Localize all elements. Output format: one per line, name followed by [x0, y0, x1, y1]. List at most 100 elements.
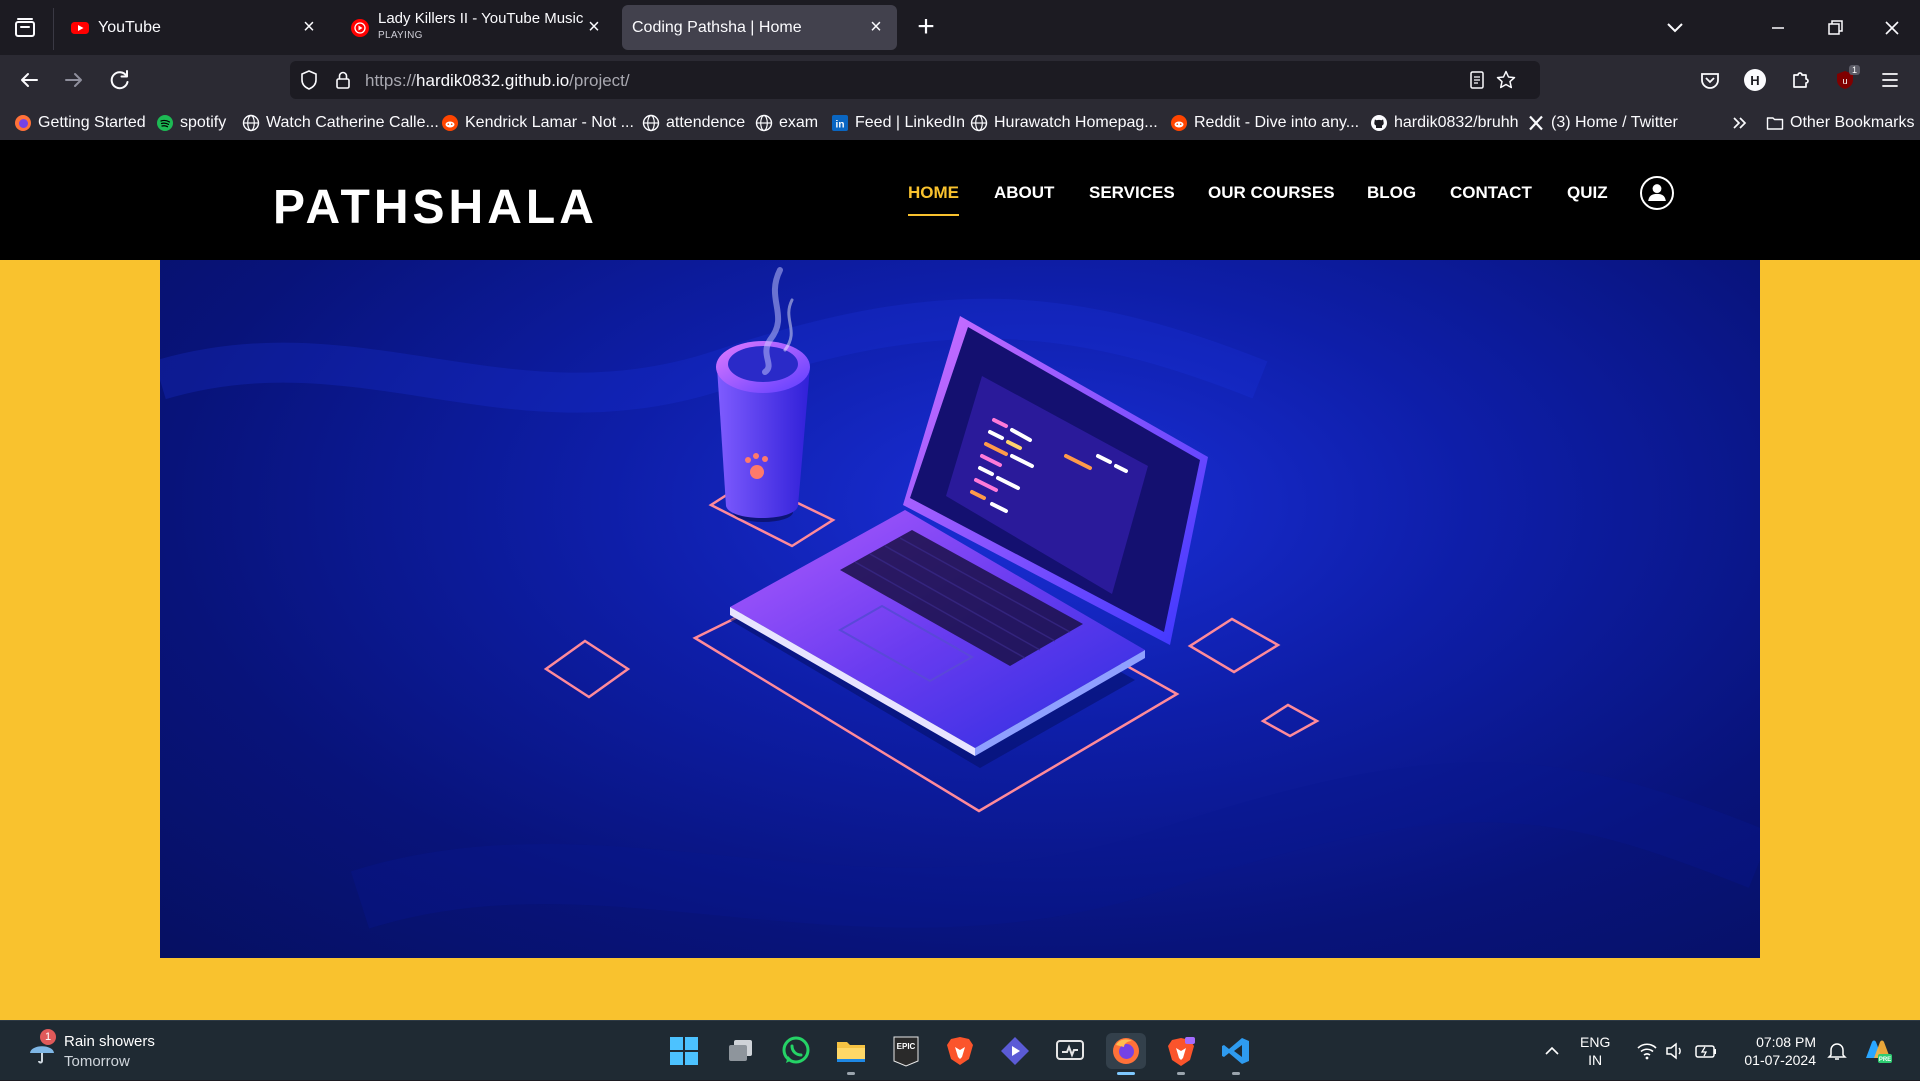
back-icon[interactable] [12, 63, 46, 97]
bookmark-star-icon[interactable] [1495, 69, 1517, 91]
site-header: PATHSHALA HOME ABOUT SERVICES OUR COURSE… [0, 140, 1920, 260]
bookmark-spotify[interactable]: spotify [156, 112, 226, 134]
reddit-icon [1171, 115, 1187, 131]
folder-icon [1766, 117, 1784, 130]
brave-icon [947, 1037, 973, 1065]
extension-badge: 1 [1848, 65, 1860, 75]
clock-date: 01-07-2024 [1744, 1052, 1816, 1068]
reload-icon[interactable] [103, 63, 137, 97]
running-indicator [1117, 1072, 1135, 1075]
language-indicator[interactable]: ENG IN [1580, 1033, 1610, 1069]
new-tab-button[interactable]: + [911, 12, 941, 43]
user-account-icon[interactable] [1640, 176, 1674, 210]
tab-youtube-music[interactable]: Lady Killers II - YouTube Music PLAYING … [340, 5, 615, 50]
folder-icon [837, 1042, 865, 1062]
bookmark-github[interactable]: hardik0832/bruhh [1370, 112, 1519, 134]
nav-services[interactable]: SERVICES [1089, 183, 1175, 203]
tab-coding-pathsha[interactable]: Coding Pathsha | Home × [622, 5, 897, 50]
nav-about[interactable]: ABOUT [994, 183, 1054, 203]
tab-list-icon[interactable] [12, 15, 38, 41]
close-window-icon[interactable] [1872, 10, 1912, 46]
bookmark-attendence[interactable]: attendence [642, 112, 745, 134]
youtube-icon [71, 21, 89, 34]
bookmark-kendrick-lamar[interactable]: Kendrick Lamar - Not ... [441, 112, 634, 134]
pocket-icon[interactable] [1693, 63, 1727, 97]
profile-avatar[interactable]: H [1738, 63, 1772, 97]
lock-icon[interactable] [332, 69, 354, 91]
github-icon [1371, 115, 1387, 131]
extensions-icon[interactable] [1783, 63, 1817, 97]
weather-condition: Rain showers [64, 1033, 155, 1050]
tab-youtube[interactable]: YouTube × [60, 5, 330, 50]
close-tab-icon[interactable]: × [583, 16, 605, 38]
reader-view-icon[interactable] [1466, 69, 1488, 91]
nav-blog[interactable]: BLOG [1367, 183, 1416, 203]
spotify-icon [157, 115, 173, 131]
nav-quiz[interactable]: QUIZ [1567, 183, 1608, 203]
globe-icon [242, 114, 260, 132]
start-button[interactable] [666, 1033, 702, 1069]
tab-separator [53, 8, 54, 50]
weather-widget[interactable]: 1 Rain showers Tomorrow [20, 1021, 170, 1081]
tab-playing-label: PLAYING [378, 30, 423, 41]
brave-app[interactable] [942, 1033, 978, 1069]
system-monitor-app[interactable] [1052, 1033, 1088, 1069]
site-logo[interactable]: PATHSHALA [273, 180, 598, 235]
close-tab-icon[interactable]: × [865, 16, 887, 38]
bookmark-reddit[interactable]: Reddit - Dive into any... [1170, 112, 1359, 134]
whatsapp-app[interactable] [778, 1033, 814, 1069]
language-code: ENG [1580, 1034, 1611, 1050]
chevron-double-right-icon[interactable] [1730, 113, 1750, 133]
copilot-icon[interactable]: PRE [1862, 1036, 1894, 1066]
firefox-icon [1113, 1038, 1139, 1064]
bookmark-getting-started[interactable]: Getting Started [14, 112, 146, 134]
list-all-tabs-icon[interactable] [1655, 10, 1695, 46]
url-text: https://hardik0832.github.io/project/ [365, 71, 630, 90]
laptop-coffee-illustration [160, 267, 1760, 929]
chevron-up-icon[interactable] [1542, 1041, 1562, 1061]
forward-icon[interactable] [57, 63, 91, 97]
bookmark-exam[interactable]: exam [755, 112, 818, 134]
address-bar[interactable]: https://hardik0832.github.io/project/ [290, 61, 1540, 99]
battery-icon[interactable] [1694, 1041, 1718, 1061]
globe-icon [970, 114, 988, 132]
bookmark-watch-catherine[interactable]: Watch Catherine Calle... [242, 112, 439, 134]
minimize-icon[interactable] [1758, 10, 1798, 46]
bookmark-linkedin[interactable]: in Feed | LinkedIn [831, 112, 965, 134]
close-tab-icon[interactable]: × [298, 16, 320, 38]
windows-icon [670, 1037, 698, 1065]
vscode-app[interactable] [1218, 1033, 1254, 1075]
nav-our-courses[interactable]: OUR COURSES [1208, 183, 1335, 203]
file-explorer-app[interactable] [833, 1033, 869, 1075]
notification-bell-icon[interactable] [1826, 1040, 1848, 1062]
media-player-app[interactable] [997, 1033, 1033, 1069]
monitor-icon [1056, 1040, 1084, 1060]
firefox-icon [15, 115, 31, 131]
hero-banner [160, 260, 1760, 958]
globe-icon [642, 114, 660, 132]
nav-contact[interactable]: CONTACT [1450, 183, 1532, 203]
tab-title: Coding Pathsha | Home [632, 18, 802, 36]
restore-icon[interactable] [1815, 10, 1855, 46]
shield-icon[interactable] [298, 69, 320, 91]
brave-beta-app[interactable] [1163, 1033, 1199, 1075]
bookmark-twitter[interactable]: (3) Home / Twitter [1527, 112, 1678, 134]
other-bookmarks[interactable]: Other Bookmarks [1766, 112, 1914, 134]
menu-icon[interactable] [1873, 63, 1907, 97]
task-view-button[interactable] [723, 1033, 759, 1069]
bookmark-label: spotify [180, 114, 227, 131]
weather-when: Tomorrow [64, 1053, 130, 1070]
volume-icon[interactable] [1664, 1041, 1686, 1061]
reddit-icon [442, 115, 458, 131]
bookmark-hurawatch[interactable]: Hurawatch Homepag... [970, 112, 1158, 134]
bookmark-label: Reddit - Dive into any... [1194, 114, 1360, 131]
firefox-app[interactable] [1106, 1033, 1146, 1075]
ublock-extension-button[interactable]: u 1 [1828, 63, 1862, 97]
bookmark-label: Hurawatch Homepag... [994, 114, 1158, 131]
nav-home[interactable]: HOME [908, 183, 959, 216]
bookmark-label: (3) Home / Twitter [1551, 114, 1678, 131]
svg-text:PRE: PRE [1879, 1057, 1891, 1063]
clock[interactable]: 07:08 PM 01-07-2024 [1736, 1033, 1816, 1069]
wifi-icon[interactable] [1636, 1041, 1658, 1061]
epic-games-app[interactable]: EPIC [888, 1033, 924, 1069]
